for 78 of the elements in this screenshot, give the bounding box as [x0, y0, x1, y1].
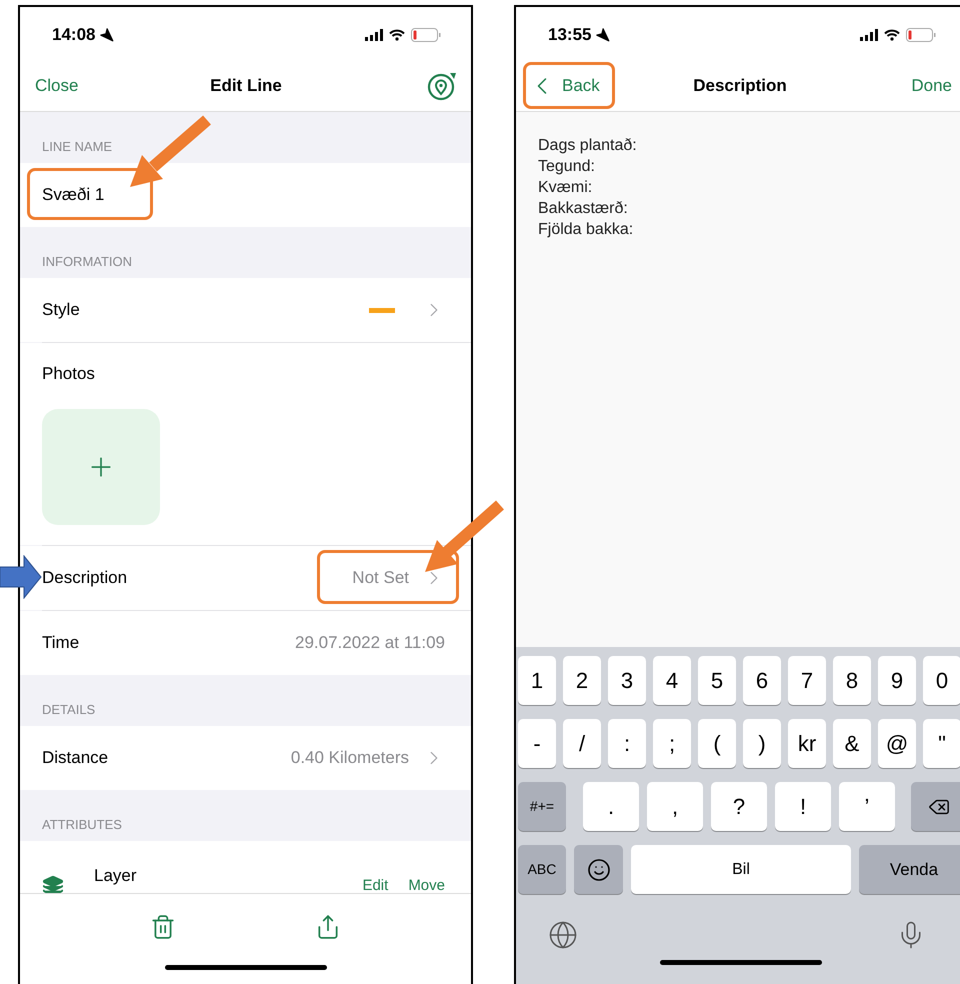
status-time: 14:08: [52, 24, 96, 46]
keyboard-key[interactable]: &: [833, 719, 871, 768]
keyboard-key[interactable]: 2: [563, 656, 601, 705]
section-header: DETAILS: [42, 700, 96, 718]
keyboard-key[interactable]: 9: [878, 656, 916, 705]
line-name-field[interactable]: Svæði 1: [42, 182, 104, 208]
keyboard-key[interactable]: 4: [653, 656, 691, 705]
back-button[interactable]: Back: [528, 72, 628, 100]
keyboard-key[interactable]: ’: [839, 782, 895, 831]
keyboard-key[interactable]: ;: [653, 719, 691, 768]
return-key[interactable]: Venda: [859, 845, 960, 894]
row-label: Time: [42, 632, 80, 654]
globe-icon[interactable]: [548, 920, 578, 950]
keyboard-key[interactable]: ?: [711, 782, 767, 831]
keyboard-key[interactable]: 6: [743, 656, 781, 705]
keyboard-key[interactable]: @: [878, 719, 916, 768]
battery-icon: [411, 28, 441, 42]
section-header: ATTRIBUTES: [42, 816, 122, 834]
signal-icon: [860, 28, 878, 40]
done-button[interactable]: Done: [852, 72, 952, 98]
row-label: Description: [42, 567, 128, 590]
keyboard-key[interactable]: 5: [698, 656, 736, 705]
description-line: Fjölda bakka:: [538, 220, 634, 240]
keyboard-key[interactable]: kr: [788, 719, 826, 768]
keyboard-key[interactable]: ,: [647, 782, 703, 831]
signal-icon: [365, 28, 383, 40]
keyboard-key[interactable]: /: [563, 719, 601, 768]
location-arrow-icon: [99, 27, 114, 42]
row-value: Not Set: [352, 567, 409, 590]
keyboard-key[interactable]: !: [775, 782, 831, 831]
keyboard-key[interactable]: ): [743, 719, 781, 768]
row-label: Photos: [42, 363, 96, 385]
location-arrow-icon: [595, 27, 610, 42]
keyboard-key[interactable]: 1: [518, 656, 556, 705]
keyboard-key[interactable]: .: [583, 782, 639, 831]
description-line: Tegund:: [538, 157, 596, 177]
smiley-icon: [586, 858, 610, 882]
row-label: Layer: [94, 865, 137, 887]
row-value: 0.40 Kilometers: [290, 747, 409, 770]
space-key[interactable]: Bil: [631, 845, 851, 894]
description-line: Bakkastærð:: [538, 199, 629, 219]
section-header: LINE NAME: [42, 138, 112, 156]
mode-key[interactable]: #+=: [518, 782, 566, 831]
keyboard-key[interactable]: ": [923, 719, 960, 768]
trash-icon[interactable]: [150, 914, 176, 940]
nav-title: Edit Line: [210, 74, 282, 97]
detail-row[interactable]: Description Not Set: [20, 546, 471, 610]
wifi-icon: [884, 28, 900, 40]
keyboard-key[interactable]: 3: [608, 656, 646, 705]
wifi-icon: [389, 28, 405, 40]
keyboard-key[interactable]: :: [608, 719, 646, 768]
row-label: Distance: [42, 747, 108, 770]
description-text-area[interactable]: Dags plantað: Tegund: Kvæmi: Bakkastærð: Fjölda bakka:: [516, 112, 960, 647]
row-value: 29.07.2022 at 11:09: [295, 632, 445, 654]
section-header: INFORMATION: [42, 252, 132, 270]
delete-key[interactable]: [911, 782, 960, 831]
description-line: Dags plantað:: [538, 136, 638, 156]
nav-title: Description: [693, 74, 787, 97]
emoji-key[interactable]: [574, 845, 623, 894]
detail-row[interactable]: Time 29.07.2022 at 11:09: [20, 611, 471, 675]
layer-action-button[interactable]: Edit: [362, 875, 388, 893]
detail-row[interactable]: Distance 0.40 Kilometers: [20, 726, 471, 790]
battery-icon: [906, 28, 936, 42]
keyboard-key[interactable]: -: [518, 719, 556, 768]
description-line: Kvæmi:: [538, 178, 594, 198]
line-style-swatch: [369, 308, 395, 312]
mode-key[interactable]: ABC: [518, 845, 566, 894]
layer-action-button[interactable]: Move: [408, 875, 445, 893]
row-label: Style: [42, 299, 80, 322]
close-button[interactable]: Close: [35, 72, 125, 98]
keyboard-key[interactable]: 0: [923, 656, 960, 705]
map-pin-circle-icon[interactable]: [427, 70, 457, 100]
layers-icon: [42, 875, 64, 893]
keyboard-key[interactable]: 7: [788, 656, 826, 705]
keyboard-key[interactable]: 8: [833, 656, 871, 705]
keyboard-key[interactable]: (: [698, 719, 736, 768]
annotation-arrow: [0, 555, 42, 599]
status-time: 13:55: [548, 24, 592, 46]
